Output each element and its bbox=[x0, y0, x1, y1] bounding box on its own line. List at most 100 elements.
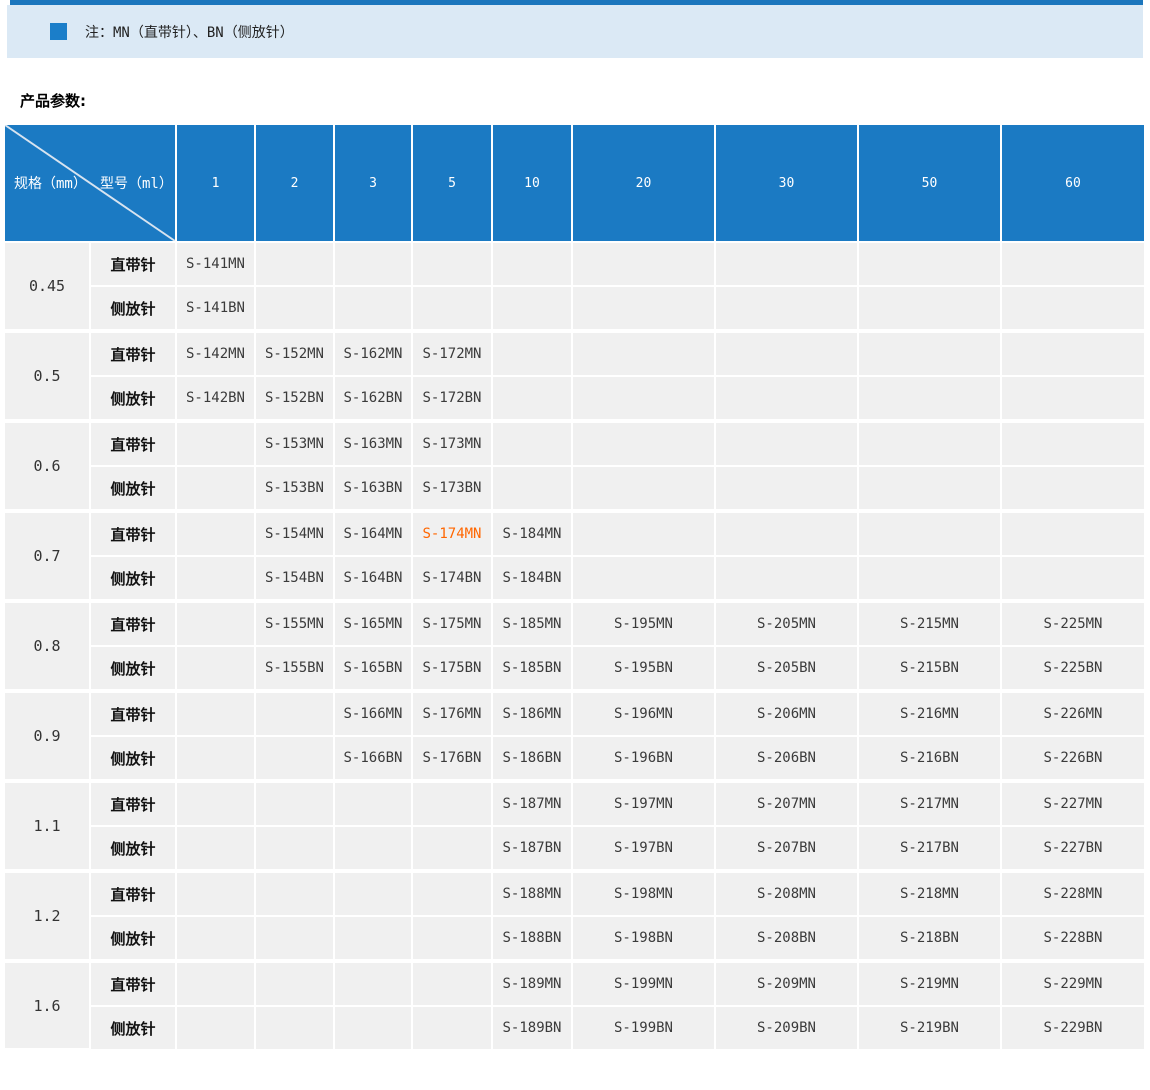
model-cell bbox=[715, 466, 859, 513]
model-cell bbox=[715, 376, 859, 423]
model-cell bbox=[176, 736, 256, 783]
model-cell bbox=[1001, 421, 1146, 467]
model-cell: S-184BN bbox=[492, 556, 573, 603]
model-cell bbox=[334, 826, 413, 873]
table-row: 侧放针 S-166BN S-176BN S-186BN S-196BN S-20… bbox=[5, 736, 1146, 783]
model-cell: S-185BN bbox=[492, 646, 573, 693]
model-cell bbox=[176, 646, 256, 693]
model-cell: S-226MN bbox=[1001, 691, 1146, 737]
table-row: 0.8 直带针 S-155MN S-165MN S-175MN S-185MN … bbox=[5, 601, 1146, 693]
model-cell bbox=[492, 331, 573, 377]
model-cell bbox=[176, 691, 256, 737]
needle-type-cell: 侧放针 bbox=[90, 466, 177, 513]
model-cell bbox=[858, 331, 1002, 377]
model-cell bbox=[334, 961, 413, 1007]
model-cell bbox=[255, 871, 335, 917]
model-cell: S-186BN bbox=[492, 736, 573, 783]
model-cell bbox=[255, 736, 335, 783]
table-row: 侧放针 S-155BN S-165BN S-175BN S-185BN S-19… bbox=[5, 646, 1146, 693]
table-row: 侧放针 S-187BN S-197BN S-207BN S-217BN S-22… bbox=[5, 826, 1146, 873]
model-cell bbox=[176, 781, 256, 827]
table-row: 0.6 直带针 S-153MN S-163MN S-173MN bbox=[5, 421, 1146, 513]
model-cell bbox=[1001, 286, 1146, 333]
model-cell bbox=[412, 242, 493, 287]
needle-type-cell: 侧放针 bbox=[90, 646, 177, 693]
model-cell: S-228BN bbox=[1001, 916, 1146, 963]
model-cell bbox=[492, 286, 573, 333]
model-cell: S-176BN bbox=[412, 736, 493, 783]
model-cell: S-165BN bbox=[334, 646, 413, 693]
needle-type-cell: 直带针 bbox=[90, 421, 177, 467]
needle-type-cell: 侧放针 bbox=[90, 736, 177, 783]
model-cell bbox=[334, 781, 413, 827]
model-cell: S-195BN bbox=[572, 646, 716, 693]
model-cell bbox=[176, 511, 256, 557]
model-cell bbox=[858, 286, 1002, 333]
model-cell bbox=[572, 556, 716, 603]
model-cell bbox=[255, 691, 335, 737]
model-cell bbox=[334, 916, 413, 963]
model-cell: S-174BN bbox=[412, 556, 493, 603]
model-cell bbox=[412, 1006, 493, 1051]
model-cell: S-197MN bbox=[572, 781, 716, 827]
column-header: 3 bbox=[334, 125, 413, 243]
model-cell bbox=[858, 466, 1002, 513]
table-row: 0.5 直带针 S-142MN S-152MN S-162MN S-172MN bbox=[5, 331, 1146, 423]
model-cell: S-229BN bbox=[1001, 1006, 1146, 1051]
model-cell: S-219BN bbox=[858, 1006, 1002, 1051]
model-cell: S-141MN bbox=[176, 242, 256, 287]
table-row: 侧放针 S-141BN bbox=[5, 286, 1146, 333]
model-cell: S-155MN bbox=[255, 601, 335, 647]
model-cell: S-197BN bbox=[572, 826, 716, 873]
spec-cell: 0.5 bbox=[5, 331, 91, 423]
model-cell: S-175MN bbox=[412, 601, 493, 647]
column-header: 5 bbox=[412, 125, 493, 243]
model-cell: S-198BN bbox=[572, 916, 716, 963]
table-row: 1.2 直带针 S-188MN S-198MN S-208MN S-218MN … bbox=[5, 871, 1146, 963]
model-cell bbox=[715, 556, 859, 603]
table-row: 0.45 直带针 S-141MN bbox=[5, 242, 1146, 333]
model-cell: S-215MN bbox=[858, 601, 1002, 647]
model-cell: S-187MN bbox=[492, 781, 573, 827]
needle-type-cell: 直带针 bbox=[90, 961, 177, 1007]
model-cell: S-184MN bbox=[492, 511, 573, 557]
corner-col-axis-label: 型号（ml） bbox=[100, 176, 173, 192]
spec-cell: 0.7 bbox=[5, 511, 91, 603]
model-cell: S-216MN bbox=[858, 691, 1002, 737]
model-cell: S-196MN bbox=[572, 691, 716, 737]
model-cell: S-205BN bbox=[715, 646, 859, 693]
model-cell: S-173BN bbox=[412, 466, 493, 513]
corner-header-cell: 规格（mm） 型号（ml） bbox=[5, 125, 177, 243]
model-cell: S-163MN bbox=[334, 421, 413, 467]
model-cell bbox=[255, 286, 335, 333]
column-header: 2 bbox=[255, 125, 335, 243]
table-row: 0.9 直带针 S-166MN S-176MN S-186MN S-196MN … bbox=[5, 691, 1146, 783]
model-cell: S-162BN bbox=[334, 376, 413, 423]
column-header: 50 bbox=[858, 125, 1002, 243]
model-cell bbox=[715, 242, 859, 287]
model-cell bbox=[715, 286, 859, 333]
needle-type-cell: 侧放针 bbox=[90, 916, 177, 963]
model-cell: S-219MN bbox=[858, 961, 1002, 1007]
model-cell bbox=[255, 781, 335, 827]
note-bullet-icon bbox=[50, 23, 67, 40]
model-cell: S-142MN bbox=[176, 331, 256, 377]
model-cell: S-154BN bbox=[255, 556, 335, 603]
model-cell bbox=[715, 421, 859, 467]
model-cell bbox=[334, 1006, 413, 1051]
model-cell: S-154MN bbox=[255, 511, 335, 557]
model-cell bbox=[572, 511, 716, 557]
model-cell: S-215BN bbox=[858, 646, 1002, 693]
model-cell bbox=[858, 421, 1002, 467]
model-cell: S-189MN bbox=[492, 961, 573, 1007]
needle-type-cell: 直带针 bbox=[90, 511, 177, 557]
model-cell: S-153MN bbox=[255, 421, 335, 467]
model-cell: S-163BN bbox=[334, 466, 413, 513]
spec-cell: 1.1 bbox=[5, 781, 91, 873]
model-cell: S-162MN bbox=[334, 331, 413, 377]
needle-type-cell: 直带针 bbox=[90, 242, 177, 287]
model-cell: S-176MN bbox=[412, 691, 493, 737]
model-cell: S-205MN bbox=[715, 601, 859, 647]
model-cell: S-152BN bbox=[255, 376, 335, 423]
model-cell bbox=[176, 421, 256, 467]
